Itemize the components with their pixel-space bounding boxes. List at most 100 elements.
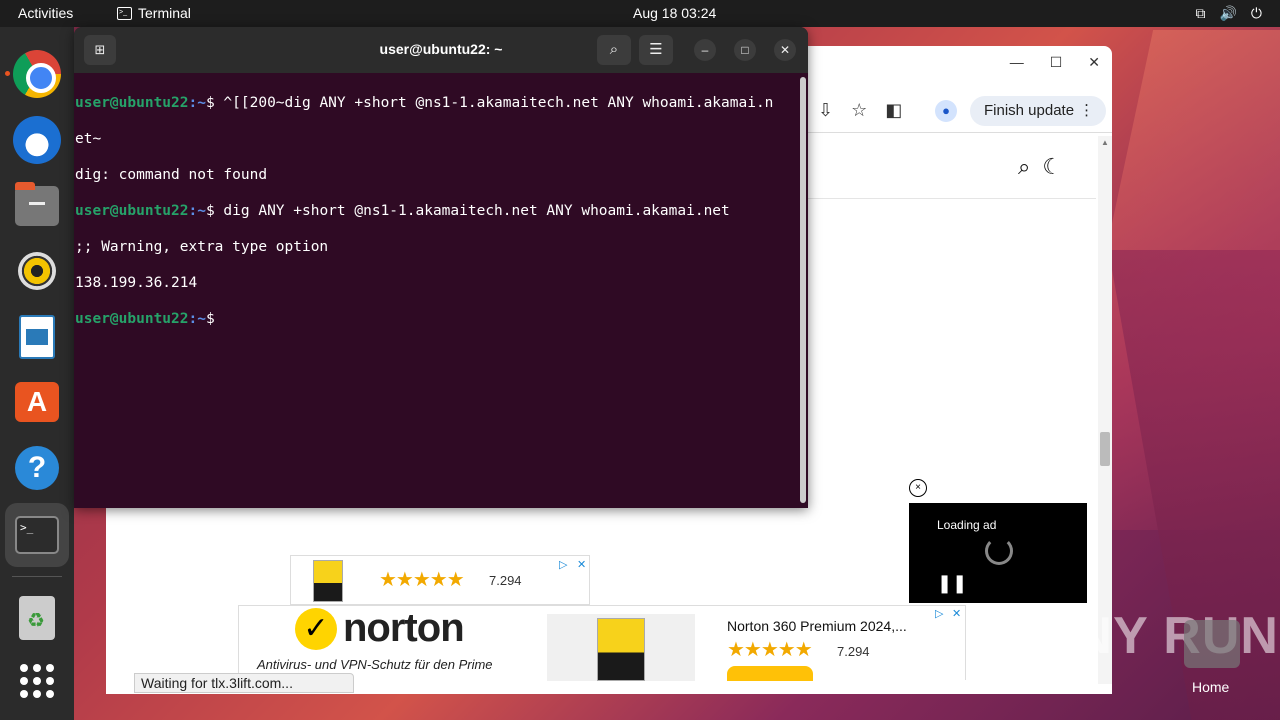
terminal-line: user@ubuntu22:~$ dig ANY +short @ns1-1.a… [75,203,730,219]
dock-item-app-center[interactable]: A [12,377,62,427]
anyrun-watermark: ANY RUN [1036,607,1279,665]
search-icon[interactable]: ⌕ [1018,154,1030,180]
activities-button[interactable]: Activities [18,5,73,21]
rating-value: 7.294 [489,573,522,588]
dark-mode-icon[interactable]: ☾ [1042,154,1062,180]
product-image [597,618,645,681]
files-icon [15,182,59,226]
product-title: Norton 360 Premium 2024,... [727,618,907,634]
clock[interactable]: Aug 18 03:24 [633,5,716,21]
side-panel-icon[interactable]: ◧ [885,100,902,121]
finish-update-button[interactable]: Finish update ⋮ [970,96,1107,126]
home-icon[interactable] [1184,620,1240,668]
dock-item-chrome[interactable] [12,49,62,99]
product-image [313,560,343,602]
rhythmbox-icon [18,252,56,290]
trash-icon [19,596,55,640]
terminal-output[interactable]: user@ubuntu22:~$ ^[[200~dig ANY +short @… [75,76,795,364]
help-icon: ? [15,446,59,490]
terminal-scrollbar[interactable] [800,77,806,503]
close-icon: ✕ [779,43,791,57]
terminal-line: user@ubuntu22:~$ [75,311,224,327]
status-bar: Waiting for tlx.3lift.com... [134,673,354,693]
adchoices-icon[interactable]: ▷ [559,558,567,571]
install-icon[interactable]: ⇩ [818,100,833,121]
loading-ad-label: Loading ad [937,518,997,532]
menu-dots-icon: ⋮ [1079,102,1095,119]
minimize-button[interactable]: – [694,39,716,61]
minimize-icon: – [701,43,709,57]
close-icon[interactable]: ✕ [1088,54,1100,71]
hamburger-icon: ☰ [649,41,663,58]
system-tray[interactable]: ⧉ 🔊 ⏻ [1195,5,1262,22]
dock-item-terminal[interactable]: >_ [5,503,69,567]
search-button[interactable]: ⌕ [597,35,631,65]
banner-ad-small[interactable]: ★★★★★ 7.294 ▷ ✕ [290,555,590,605]
terminal-line: ;; Warning, extra type option [75,239,329,255]
browser-window-controls: — ☐ ✕ [1010,54,1100,71]
chrome-icon [13,50,61,98]
site-header-divider [806,198,1096,199]
banner-ad-large[interactable]: ✓ norton Antivirus- und VPN-Schutz für d… [238,605,966,681]
toolbar-icons: ⇩ ☆ ◧ [818,100,902,121]
loading-spinner-icon [985,537,1013,565]
dock: A ? >_ [0,27,74,720]
menu-button[interactable]: ☰ [639,35,673,65]
top-bar: Activities >_ Terminal Aug 18 03:24 ⧉ 🔊 … [0,0,1280,27]
ad-close-icon[interactable]: ✕ [577,558,586,571]
power-icon[interactable]: ⏻ [1251,5,1262,22]
dock-separator [12,576,62,577]
dock-item-writer[interactable] [12,312,62,362]
terminal-line: dig: command not found [75,167,268,183]
close-button[interactable]: ✕ [774,39,796,61]
app-menu[interactable]: >_ Terminal [117,5,191,21]
app-center-icon: A [15,382,59,422]
maximize-button[interactable]: □ [734,39,756,61]
terminal-line: et~ [75,131,102,147]
minimize-icon[interactable]: — [1010,54,1024,71]
terminal-headerbar: ⊞ user@ubuntu22: ~ ⌕ ☰ – □ ✕ [74,27,808,73]
ad-tagline: Antivirus- und VPN-Schutz für den Prime [257,657,493,672]
bookmark-star-icon[interactable]: ☆ [851,100,867,121]
rating-stars: ★★★★★ [727,639,813,661]
thunderbird-icon [13,116,61,164]
pause-icon[interactable]: ❚❚ [937,573,967,594]
terminal-window: ⊞ user@ubuntu22: ~ ⌕ ☰ – □ ✕ user@ubuntu… [74,27,808,508]
dock-item-thunderbird[interactable] [12,115,62,165]
terminal-icon: >_ [117,6,132,20]
page-scrollbar[interactable]: ▲ [1098,136,1112,684]
network-icon[interactable]: ⧉ [1195,5,1205,22]
home-label: Home [1192,679,1230,695]
brand-name: norton [343,606,465,650]
site-header-icons: ⌕ ☾ [1018,154,1062,180]
norton-logo: ✓ norton [295,606,465,651]
maximize-icon: □ [741,43,749,57]
writer-icon [19,315,55,359]
ad-close-icon[interactable]: ✕ [952,607,961,620]
product-panel [547,614,695,681]
terminal-line: 138.199.36.214 [75,275,198,291]
video-ad[interactable]: Loading ad ❚❚ [909,503,1087,603]
checkmark-icon: ✓ [295,607,337,650]
dock-item-help[interactable]: ? [12,443,62,493]
profile-avatar[interactable]: ● [935,100,957,122]
dock-item-rhythmbox[interactable] [12,246,62,296]
search-icon: ⌕ [609,41,619,58]
dock-item-files[interactable] [12,181,62,231]
rating-stars: ★★★★★ [379,569,465,591]
scroll-thumb[interactable] [1100,432,1110,466]
rating-value: 7.294 [837,644,870,659]
volume-icon[interactable]: 🔊 [1219,5,1236,22]
terminal-line: user@ubuntu22:~$ ^[[200~dig ANY +short @… [75,95,774,111]
app-grid-icon [20,664,54,698]
close-ad-icon[interactable]: × [909,479,927,497]
dock-item-trash[interactable] [12,593,62,643]
show-apps-button[interactable] [12,656,62,706]
adchoices-icon[interactable]: ▷ [935,607,943,620]
finish-update-label: Finish update [984,102,1075,119]
terminal-icon: >_ [15,516,59,554]
scroll-up-icon[interactable]: ▲ [1101,138,1109,147]
ad-cta-button[interactable] [727,666,813,681]
maximize-icon[interactable]: ☐ [1050,54,1063,71]
running-indicator [5,71,10,76]
